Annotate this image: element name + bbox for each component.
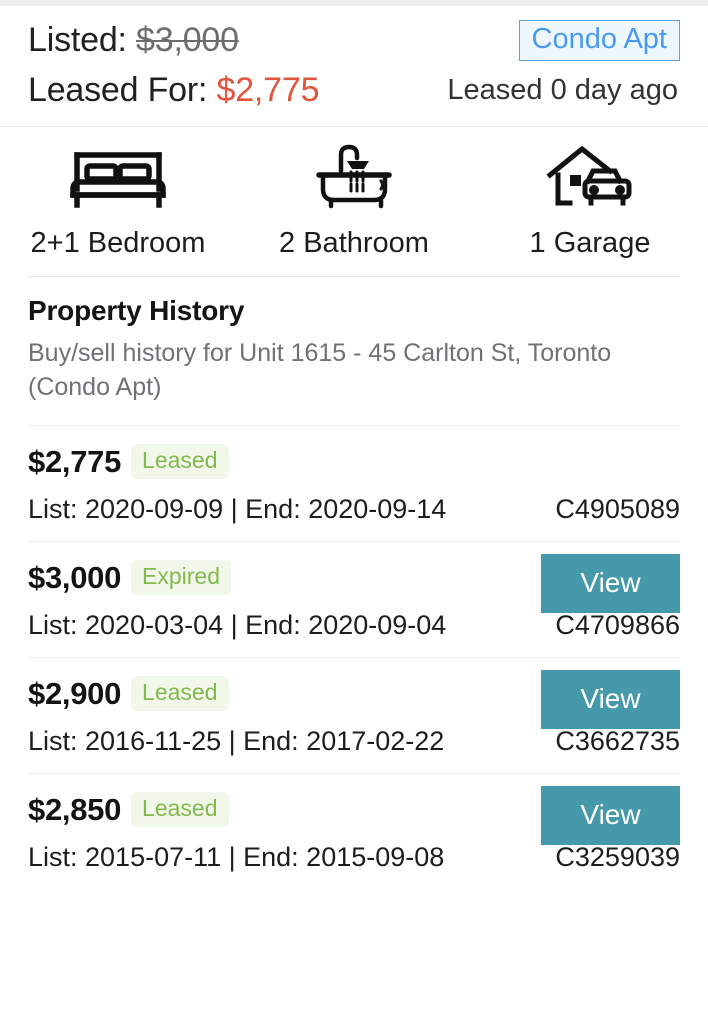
view-button[interactable]: View — [541, 785, 680, 845]
history-mls-number: C4905089 — [555, 493, 680, 524]
history-dates: List: 2020-09-09 | End: 2020-09-14 — [28, 493, 447, 524]
table-row[interactable]: $3,000 Expired List: 2020-03-04 | End: 2… — [28, 542, 680, 657]
history-mls-number: C3662735 — [555, 725, 680, 756]
status-badge: Leased — [131, 792, 229, 828]
history-dates: List: 2016-11-25 | End: 2017-02-22 — [28, 725, 445, 756]
property-history-title: Property History — [28, 295, 245, 327]
listed-price-row: Listed: $3,000 Condo Apt — [28, 20, 680, 62]
leased-ago-text: Leased 0 day ago — [447, 74, 678, 107]
history-mls-number: C4709866 — [555, 609, 680, 640]
history-price: $2,850 — [28, 791, 122, 827]
garage-icon — [544, 145, 636, 211]
feature-bathroom-label: 2 Bathroom — [279, 227, 429, 260]
history-dates: List: 2020-03-04 | End: 2020-09-04 — [28, 609, 447, 640]
listing-price-header: Listed: $3,000 Condo Apt Leased For: $2,… — [0, 6, 708, 128]
history-price: $2,775 — [28, 443, 122, 479]
table-row[interactable]: $2,775 Leased List: 2020-09-09 | End: 20… — [28, 426, 680, 541]
listed-line: Listed: $3,000 — [28, 21, 239, 60]
listed-label: Listed: — [28, 21, 127, 60]
status-badge: Expired — [131, 560, 232, 596]
property-history-section: Property History Buy/sell history for Un… — [0, 277, 708, 889]
history-price: $2,900 — [28, 675, 122, 711]
view-button[interactable]: View — [541, 553, 680, 613]
leased-price-row: Leased For: $2,775 Leased 0 day ago — [28, 71, 680, 110]
history-row-heading: $2,775 Leased — [28, 444, 680, 480]
feature-bathroom: 2 Bathroom — [236, 145, 472, 260]
status-badge: Leased — [131, 444, 229, 480]
table-row[interactable]: $2,850 Leased List: 2015-07-11 | End: 20… — [28, 774, 680, 889]
listed-price-struck: $3,000 — [136, 21, 239, 60]
status-badge: Leased — [131, 676, 229, 712]
property-history-subtitle: Buy/sell history for Unit 1615 - 45 Carl… — [28, 339, 612, 402]
leased-for-label: Leased For: — [28, 71, 208, 110]
history-row-details: List: 2020-09-09 | End: 2020-09-14 C4905… — [28, 494, 680, 525]
history-row-details: List: 2015-07-11 | End: 2015-09-08 C3259… — [28, 842, 680, 873]
view-button[interactable]: View — [541, 669, 680, 729]
feature-garage-label: 1 Garage — [529, 227, 651, 260]
history-price: $3,000 — [28, 559, 122, 595]
leased-price-value: $2,775 — [216, 71, 320, 110]
history-dates: List: 2015-07-11 | End: 2015-09-08 — [28, 841, 445, 872]
history-mls-number: C3259039 — [555, 841, 680, 872]
feature-garage: 1 Garage — [472, 145, 708, 260]
property-features-row: 2+1 Bedroom 2 Bathroom 1 Garage — [0, 127, 708, 276]
leased-line: Leased For: $2,775 — [28, 71, 319, 110]
history-row-details: List: 2020-03-04 | End: 2020-09-04 C4709… — [28, 610, 680, 641]
feature-bedroom: 2+1 Bedroom — [0, 145, 236, 260]
bathtub-icon — [311, 145, 397, 211]
bed-icon — [69, 145, 167, 211]
feature-bedroom-label: 2+1 Bedroom — [30, 227, 206, 260]
table-row[interactable]: $2,900 Leased List: 2016-11-25 | End: 20… — [28, 658, 680, 773]
property-type-badge[interactable]: Condo Apt — [518, 20, 680, 62]
history-row-details: List: 2016-11-25 | End: 2017-02-22 C3662… — [28, 726, 680, 757]
